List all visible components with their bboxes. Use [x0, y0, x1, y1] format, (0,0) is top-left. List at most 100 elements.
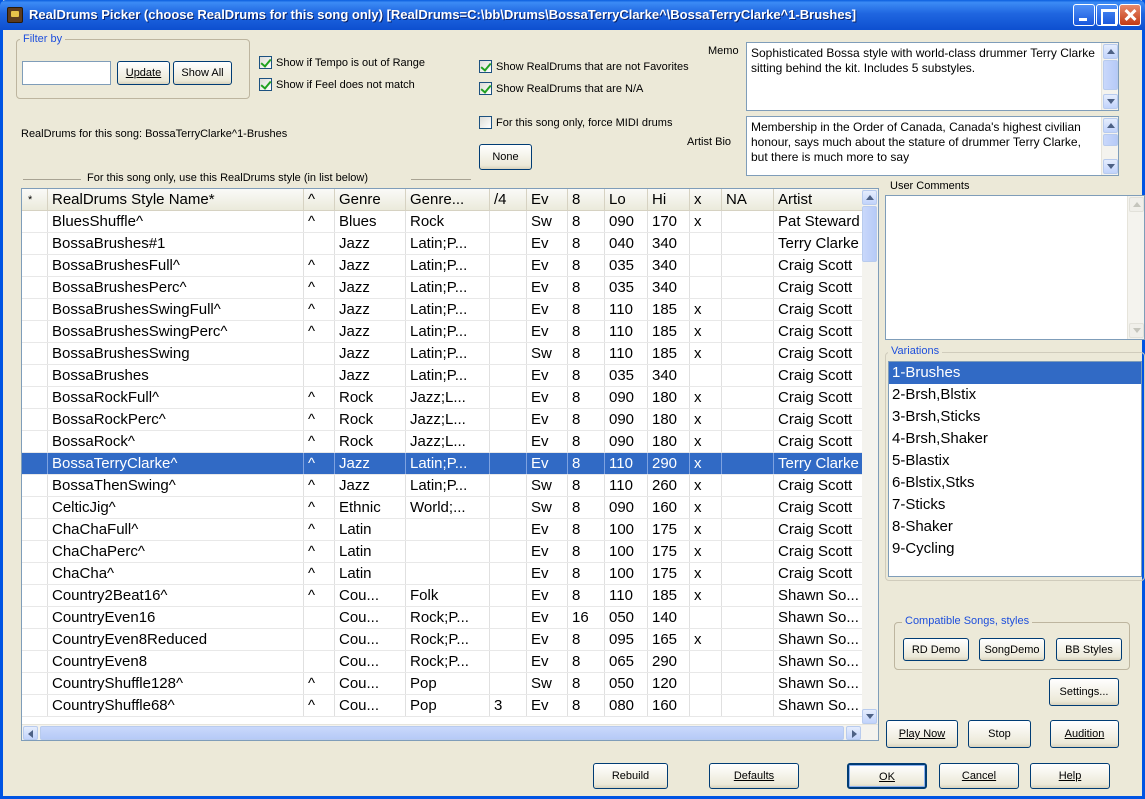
help-button[interactable]: Help: [1030, 763, 1110, 789]
column-header-div4[interactable]: /4: [490, 189, 527, 211]
column-header-hi[interactable]: Hi: [648, 189, 690, 211]
column-header-genre2[interactable]: Genre...: [406, 189, 490, 211]
scroll-right-arrow-icon[interactable]: [846, 726, 861, 740]
scroll-left-arrow-icon[interactable]: [23, 726, 38, 740]
table-row[interactable]: Country2Beat16^ ^ Cou... Folk Ev 8 110 185 x Shaw…: [22, 585, 864, 607]
feel-mismatch-checkbox[interactable]: [259, 78, 272, 91]
user-comments-scrollbar[interactable]: [1127, 196, 1144, 339]
column-header-na[interactable]: NA: [722, 189, 774, 211]
force-midi-checkbox-row[interactable]: For this song only, force MIDI drums: [479, 116, 672, 129]
table-row[interactable]: ChaCha^ ^ Latin Ev 8 100 175 x Craig Scott: [22, 563, 864, 585]
column-header-caret[interactable]: ^: [304, 189, 335, 211]
play-now-button[interactable]: Play Now: [886, 720, 958, 748]
scroll-up-arrow-icon[interactable]: [1103, 44, 1118, 59]
settings-button[interactable]: Settings...: [1049, 678, 1119, 706]
artist-bio-textarea[interactable]: Membership in the Order of Canada, Canad…: [746, 116, 1119, 176]
scroll-down-arrow-icon[interactable]: [862, 709, 877, 724]
scroll-down-arrow-icon[interactable]: [1129, 323, 1144, 338]
scroll-up-arrow-icon[interactable]: [862, 190, 877, 205]
table-row[interactable]: BossaBrushesFull^ ^ Jazz Latin;P... Ev 8 035 34…: [22, 255, 864, 277]
table-row[interactable]: BossaRockFull^ ^ Rock Jazz;L... Ev 8 090 180 x Cr…: [22, 387, 864, 409]
table-row[interactable]: BossaBrushesSwing Jazz Latin;P... Sw 8 110 185…: [22, 343, 864, 365]
defaults-button[interactable]: Defaults: [709, 763, 799, 789]
update-button[interactable]: Update: [117, 61, 170, 85]
cell-genre: Cou...: [335, 629, 406, 650]
not-favorites-checkbox-row[interactable]: Show RealDrums that are not Favorites: [479, 60, 689, 73]
rebuild-button[interactable]: Rebuild: [593, 763, 668, 789]
variation-item[interactable]: 9-Cycling: [889, 538, 1141, 560]
variation-item[interactable]: 7-Sticks: [889, 494, 1141, 516]
feel-mismatch-checkbox-row[interactable]: Show if Feel does not match: [259, 78, 415, 91]
not-favorites-checkbox[interactable]: [479, 60, 492, 73]
variation-item[interactable]: 4-Brsh,Shaker: [889, 428, 1141, 450]
table-row[interactable]: BossaBrushes Jazz Latin;P... Ev 8 035 340 Craig…: [22, 365, 864, 387]
variation-item[interactable]: 3-Brsh,Sticks: [889, 406, 1141, 428]
table-row[interactable]: CelticJig^ ^ Ethnic World;... Sw 8 090 160 x Crai…: [22, 497, 864, 519]
variation-item[interactable]: 5-Blastix: [889, 450, 1141, 472]
artist-bio-scrollbar[interactable]: [1101, 117, 1118, 175]
variation-item[interactable]: 2-Brsh,Blstix: [889, 384, 1141, 406]
table-row[interactable]: BossaTerryClarke^ ^ Jazz Latin;P... Ev 8 110 29…: [22, 453, 864, 475]
table-row[interactable]: BossaRock^ ^ Rock Jazz;L... Ev 8 090 180 x Craig …: [22, 431, 864, 453]
table-row[interactable]: BossaBrushesSwingFull^ ^ Jazz Latin;P... Ev 8…: [22, 299, 864, 321]
table-row[interactable]: BossaThenSwing^ ^ Jazz Latin;P... Sw 8 110 260 x…: [22, 475, 864, 497]
table-row[interactable]: CountryShuffle128^ ^ Cou... Pop Sw 8 050 120 Sha…: [22, 673, 864, 695]
song-demo-button[interactable]: SongDemo: [979, 638, 1045, 661]
table-row[interactable]: CountryEven8Reduced Cou... Rock;P... Ev 8 095…: [22, 629, 864, 651]
grid-scroll-thumb[interactable]: [862, 206, 877, 262]
table-row[interactable]: CountryShuffle68^ ^ Cou... Pop 3 Ev 8 080 160 Sha…: [22, 695, 864, 717]
scroll-down-arrow-icon[interactable]: [1103, 94, 1118, 109]
table-row[interactable]: ChaChaPerc^ ^ Latin Ev 8 100 175 x Craig Scott: [22, 541, 864, 563]
memo-scroll-thumb[interactable]: [1103, 60, 1118, 90]
scroll-up-arrow-icon[interactable]: [1129, 197, 1144, 212]
ok-button[interactable]: OK: [847, 763, 927, 789]
column-header-genre[interactable]: Genre: [335, 189, 406, 211]
minimize-button[interactable]: [1073, 4, 1095, 26]
table-row[interactable]: ChaChaFull^ ^ Latin Ev 8 100 175 x Craig Scott: [22, 519, 864, 541]
variation-item[interactable]: 1-Brushes: [889, 362, 1141, 384]
table-row[interactable]: BluesShuffle^ ^ Blues Rock Sw 8 090 170 x Pat Ste…: [22, 211, 864, 233]
variation-item[interactable]: 8-Shaker: [889, 516, 1141, 538]
table-row[interactable]: BossaBrushes#1 Jazz Latin;P... Ev 8 040 340 Ter…: [22, 233, 864, 255]
title-bar[interactable]: RealDrums Picker (choose RealDrums for t…: [0, 0, 1145, 30]
scroll-up-arrow-icon[interactable]: [1103, 118, 1118, 133]
stop-button[interactable]: Stop: [968, 720, 1031, 748]
variation-item[interactable]: 6-Blstix,Stks: [889, 472, 1141, 494]
audition-button[interactable]: Audition: [1050, 720, 1119, 748]
none-button[interactable]: None: [479, 144, 532, 170]
maximize-button[interactable]: [1096, 4, 1118, 26]
bb-styles-button[interactable]: BB Styles: [1056, 638, 1122, 661]
memo-scrollbar[interactable]: [1101, 43, 1118, 110]
table-row[interactable]: BossaRockPerc^ ^ Rock Jazz;L... Ev 8 090 180 x Cr…: [22, 409, 864, 431]
artist-bio-scroll-thumb[interactable]: [1103, 134, 1118, 146]
show-all-button[interactable]: Show All: [173, 61, 232, 85]
variations-listbox[interactable]: 1-Brushes 2-Brsh,Blstix 3-Brsh,Sticks 4-Brs…: [888, 361, 1142, 577]
column-header-artist[interactable]: Artist: [774, 189, 864, 211]
user-comments-textarea[interactable]: [885, 195, 1145, 340]
rd-demo-button[interactable]: RD Demo: [903, 638, 969, 661]
table-row[interactable]: CountryEven8 Cou... Rock;P... Ev 8 065 290 Shaw…: [22, 651, 864, 673]
table-row[interactable]: CountryEven16 Cou... Rock;P... Ev 16 050 140 Sh…: [22, 607, 864, 629]
scroll-down-arrow-icon[interactable]: [1103, 159, 1118, 174]
column-header-star[interactable]: *: [22, 189, 48, 211]
memo-textarea[interactable]: Sophisticated Bossa style with world-cla…: [746, 42, 1119, 111]
cancel-button[interactable]: Cancel: [939, 763, 1019, 789]
force-midi-checkbox[interactable]: [479, 116, 492, 129]
tempo-range-checkbox-row[interactable]: Show if Tempo is out of Range: [259, 56, 425, 69]
grid-hscroll-thumb[interactable]: [40, 726, 844, 740]
filter-input[interactable]: [22, 61, 111, 85]
column-header-lo[interactable]: Lo: [605, 189, 648, 211]
grid-horizontal-scrollbar[interactable]: [22, 724, 878, 740]
tempo-range-checkbox[interactable]: [259, 56, 272, 69]
na-checkbox[interactable]: [479, 82, 492, 95]
realdrums-styles-grid[interactable]: * RealDrums Style Name* ^ Genre Genre.../4 Ev…: [21, 188, 879, 741]
column-header-x[interactable]: x: [690, 189, 722, 211]
grid-vertical-scrollbar[interactable]: [862, 189, 878, 725]
column-header-beat[interactable]: 8: [568, 189, 605, 211]
column-header-ev[interactable]: Ev: [527, 189, 568, 211]
na-checkbox-row[interactable]: Show RealDrums that are N/A: [479, 82, 643, 95]
column-header-style_name[interactable]: RealDrums Style Name*: [48, 189, 304, 211]
table-row[interactable]: BossaBrushesSwingPerc^ ^ Jazz Latin;P... Ev 8…: [22, 321, 864, 343]
close-button[interactable]: [1119, 4, 1141, 26]
table-row[interactable]: BossaBrushesPerc^ ^ Jazz Latin;P... Ev 8 035 34…: [22, 277, 864, 299]
